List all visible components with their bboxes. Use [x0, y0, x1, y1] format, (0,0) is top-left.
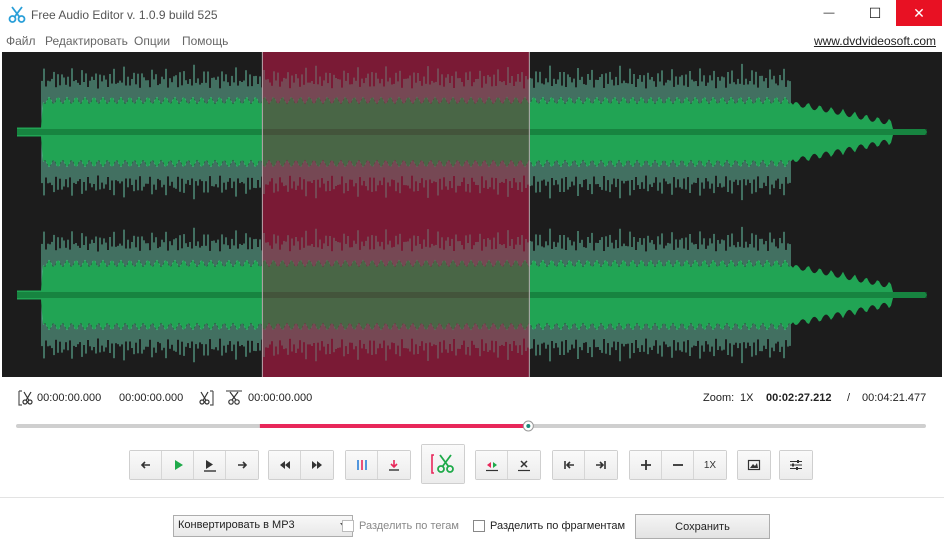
time-separator: /	[847, 392, 851, 404]
insert-button[interactable]	[378, 451, 410, 479]
zoom-group: 1X	[629, 450, 727, 480]
waveform-view[interactable]	[2, 52, 942, 377]
play-button[interactable]	[162, 451, 194, 479]
output-format-value: Конвертировать в MP3	[178, 519, 295, 531]
website-link[interactable]: www.dvdvideosoft.com	[814, 34, 936, 48]
split-by-tags-label: Разделить по тегам	[359, 520, 459, 532]
skip-end-icon	[596, 461, 606, 469]
split-icon	[485, 462, 498, 472]
selection-start-time: 00:00:00.000	[37, 392, 102, 404]
save-button[interactable]: Сохранить	[635, 514, 770, 539]
markers-icon	[356, 460, 367, 470]
close-icon: ✕	[913, 4, 925, 21]
zoom-value: 1X	[740, 392, 754, 404]
add-markers-button[interactable]	[346, 451, 378, 479]
save-button-label: Сохранить	[675, 520, 730, 533]
split-button[interactable]	[476, 451, 508, 479]
edit-group	[475, 450, 541, 480]
delete-button[interactable]	[508, 451, 540, 479]
scissors-cut-icon	[431, 454, 454, 474]
zoom-in-button[interactable]	[630, 451, 662, 479]
download-arrow-icon	[389, 460, 399, 471]
seek-thumb-dot	[526, 424, 531, 428]
minimize-button[interactable]: —	[806, 0, 852, 26]
selection-overlay	[262, 52, 530, 377]
fast-forward-icon	[312, 461, 322, 469]
waveform-image-button[interactable]	[738, 451, 770, 479]
minus-icon	[672, 464, 683, 466]
selection-start-icon[interactable]	[16, 389, 34, 407]
cut-group	[421, 444, 465, 484]
sliders-icon	[790, 460, 802, 470]
settings-group	[779, 450, 813, 480]
cut-point-time: 00:00:00.000	[248, 392, 313, 404]
total-duration-time: 00:04:21.477	[862, 392, 927, 404]
selection-nav-group	[552, 450, 618, 480]
go-to-selection-end-button[interactable]	[585, 451, 617, 479]
seek-filled	[259, 424, 529, 428]
zoom-reset-button[interactable]: 1X	[694, 451, 726, 479]
seek-bar[interactable]	[16, 420, 926, 432]
skip-group	[268, 450, 334, 480]
delete-x-icon	[518, 460, 530, 472]
bottom-separator	[0, 497, 944, 498]
menu-bar: Файл Редактировать Опции Помощь www.dvdv…	[0, 30, 944, 52]
zoom-out-button[interactable]	[662, 451, 694, 479]
image-group	[737, 450, 771, 480]
minimize-icon: —	[823, 7, 835, 19]
rewind-icon	[279, 461, 290, 469]
current-position-time: 00:02:27.212	[766, 392, 832, 404]
cut-button[interactable]	[422, 445, 464, 483]
skip-to-end-button[interactable]	[301, 451, 333, 479]
equalizer-settings-button[interactable]	[780, 451, 812, 479]
close-button[interactable]: ✕	[896, 0, 942, 26]
play-icon	[174, 460, 183, 470]
menu-edit[interactable]: Редактировать	[45, 34, 128, 48]
skip-to-start-button[interactable]	[269, 451, 301, 479]
menu-options[interactable]: Опции	[134, 34, 170, 48]
marker-group	[345, 450, 411, 480]
image-icon	[747, 459, 761, 471]
menu-help[interactable]: Помощь	[182, 34, 228, 48]
step-back-button[interactable]	[130, 451, 162, 479]
split-by-tags-checkbox[interactable]	[342, 520, 354, 532]
selection-end-time: 00:00:00.000	[119, 392, 184, 404]
arrow-left-icon	[140, 461, 150, 469]
go-to-selection-start-button[interactable]	[553, 451, 585, 479]
title-bar: Free Audio Editor v. 1.0.9 build 525 — ☐…	[0, 0, 944, 30]
play-selection-button[interactable]	[194, 451, 226, 479]
cut-point-icon[interactable]	[225, 389, 243, 407]
split-by-fragments-checkbox[interactable]	[473, 520, 485, 532]
scissors-app-icon	[8, 6, 26, 23]
step-forward-button[interactable]	[226, 451, 258, 479]
zoom-reset-label: 1X	[703, 459, 717, 471]
selection-end-icon[interactable]	[198, 389, 216, 407]
output-format-select[interactable]: Конвертировать в MP3	[173, 515, 353, 537]
play-to-end-icon	[203, 460, 216, 472]
split-by-fragments-label: Разделить по фрагментам	[490, 520, 626, 532]
zoom-label: Zoom:	[703, 392, 735, 404]
skip-start-icon	[563, 461, 574, 469]
maximize-icon: ☐	[868, 4, 882, 21]
plus-icon	[640, 460, 651, 470]
arrow-right-icon	[238, 461, 248, 469]
maximize-button[interactable]: ☐	[852, 0, 898, 26]
transport-group	[129, 450, 259, 480]
window-title: Free Audio Editor v. 1.0.9 build 525	[31, 8, 218, 22]
menu-file[interactable]: Файл	[6, 34, 36, 48]
